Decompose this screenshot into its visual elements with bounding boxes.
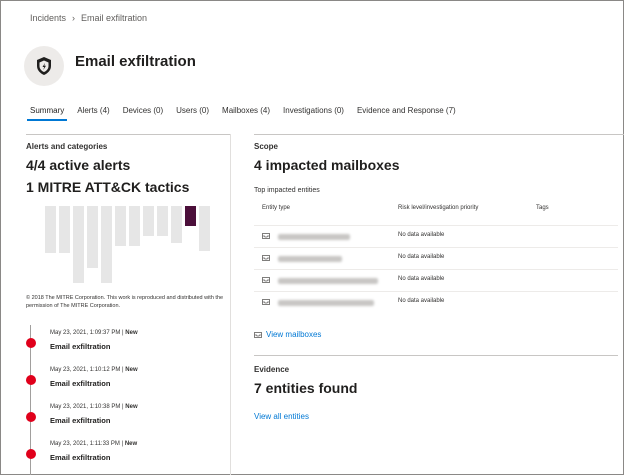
tab-mailboxes[interactable]: Mailboxes (4) — [222, 106, 270, 121]
timeline-meta: May 23, 2021, 1:09:37 PM | New — [50, 330, 138, 336]
tactic-cell[interactable] — [115, 206, 126, 246]
divider — [254, 355, 618, 356]
shield-icon — [37, 57, 51, 75]
evidence-section-label: Evidence — [254, 365, 290, 374]
tab-summary[interactable]: Summary — [26, 106, 68, 121]
alert-name[interactable]: Email exfiltration — [50, 342, 110, 351]
top-entities-label: Top impacted entities — [254, 187, 320, 194]
timeline-meta: May 23, 2021, 1:10:38 PM | New — [50, 404, 138, 410]
tab-devices[interactable]: Devices (0) — [123, 106, 163, 121]
tactic-cell[interactable] — [59, 206, 70, 253]
risk-level: No data available — [398, 254, 445, 260]
tactic-cell-active[interactable] — [185, 206, 196, 226]
breadcrumb-incidents[interactable]: Incidents — [30, 13, 66, 23]
tactic-cell[interactable] — [73, 206, 84, 283]
tab-bar: Summary Alerts (4) Devices (0) Users (0)… — [26, 106, 456, 121]
mitre-copyright: © 2018 The MITRE Corporation. This work … — [26, 295, 224, 309]
view-mailboxes-link[interactable]: View mailboxes — [254, 330, 321, 339]
table-row[interactable]: No data available — [254, 291, 618, 314]
mailbox-icon — [254, 331, 262, 338]
mailbox-icon — [262, 277, 270, 283]
alert-dot-icon — [26, 338, 36, 348]
mailbox-icon — [262, 255, 270, 261]
timeline-meta: May 23, 2021, 1:10:12 PM | New — [50, 367, 138, 373]
risk-level: No data available — [398, 232, 445, 238]
tactic-cell[interactable] — [171, 206, 182, 243]
column-header-risk: Risk level/investigation priority — [398, 205, 479, 211]
column-header-entity-type: Entity type — [262, 205, 291, 211]
table-row[interactable]: No data available — [254, 269, 618, 292]
tab-evidence-response[interactable]: Evidence and Response (7) — [357, 106, 456, 121]
breadcrumb-current: Email exfiltration — [81, 13, 148, 23]
view-mailboxes-label[interactable]: View mailboxes — [266, 330, 321, 339]
impacted-mailboxes-count: 4 impacted mailboxes — [254, 157, 400, 173]
divider — [26, 134, 230, 135]
mailbox-icon — [262, 299, 270, 305]
incident-icon-circle — [24, 46, 64, 86]
timeline-meta: May 23, 2021, 1:11:33 PM | New — [50, 441, 138, 447]
entity-name-redacted[interactable] — [278, 256, 342, 262]
view-all-entities-link[interactable]: View all entities — [254, 412, 309, 421]
mitre-tactics-count: 1 MITRE ATT&CK tactics — [26, 179, 190, 195]
tab-alerts[interactable]: Alerts (4) — [77, 106, 109, 121]
alert-name[interactable]: Email exfiltration — [50, 453, 110, 462]
entity-name-redacted[interactable] — [278, 234, 350, 240]
tactic-cell[interactable] — [101, 206, 112, 283]
scope-section-label: Scope — [254, 142, 279, 151]
risk-level: No data available — [398, 298, 445, 304]
tactic-cell[interactable] — [143, 206, 154, 236]
tactic-cell[interactable] — [87, 206, 98, 268]
chevron-right-icon: › — [72, 13, 76, 23]
column-header-tags: Tags — [536, 205, 549, 211]
alert-dot-icon — [26, 449, 36, 459]
tactic-cell[interactable] — [129, 206, 140, 246]
alert-name[interactable]: Email exfiltration — [50, 416, 110, 425]
tab-users[interactable]: Users (0) — [176, 106, 209, 121]
table-row[interactable]: No data available — [254, 247, 618, 270]
tactic-cell[interactable] — [199, 206, 210, 251]
alerts-section-label: Alerts and categories — [26, 142, 108, 151]
entity-name-redacted[interactable] — [278, 278, 378, 284]
tactic-cell[interactable] — [157, 206, 168, 236]
entity-name-redacted[interactable] — [278, 300, 374, 306]
mailbox-icon — [262, 233, 270, 239]
breadcrumb: Incidents › Email exfiltration — [30, 13, 147, 23]
entities-found-count: 7 entities found — [254, 380, 358, 396]
page-title: Email exfiltration — [75, 53, 196, 70]
alert-name[interactable]: Email exfiltration — [50, 379, 110, 388]
table-row[interactable]: No data available — [254, 225, 618, 248]
tab-investigations[interactable]: Investigations (0) — [283, 106, 344, 121]
alert-dot-icon — [26, 412, 36, 422]
tactic-cell[interactable] — [45, 206, 56, 253]
divider — [254, 134, 624, 135]
risk-level: No data available — [398, 276, 445, 282]
active-alerts-count: 4/4 active alerts — [26, 157, 131, 173]
alert-dot-icon — [26, 375, 36, 385]
